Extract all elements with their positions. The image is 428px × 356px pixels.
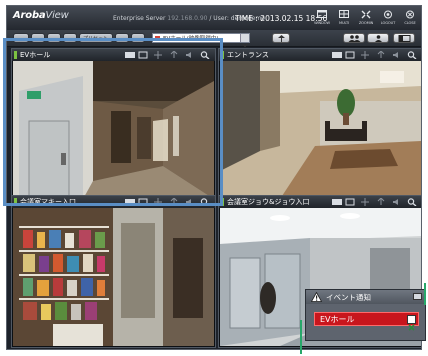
zoom-in-icon: [361, 10, 371, 19]
apply-button[interactable]: [272, 33, 290, 43]
search-icon[interactable]: [407, 51, 415, 58]
ptz-icon[interactable]: [154, 198, 162, 206]
pin-icon: [278, 35, 285, 42]
record-icon[interactable]: [138, 51, 148, 59]
snapshot-icon[interactable]: [332, 52, 342, 58]
camera-feed-meeting-room-1: [13, 208, 214, 346]
user-icon: [375, 35, 382, 42]
minimize-button[interactable]: [413, 293, 422, 300]
multi-screen-icon: [339, 10, 349, 18]
toolbar-button-6[interactable]: [131, 33, 145, 43]
camera-status-indicator: [14, 51, 17, 59]
search-icon[interactable]: [200, 198, 208, 205]
logout-button[interactable]: LOGOUT: [376, 9, 400, 28]
mic-icon[interactable]: [377, 198, 385, 205]
callout-line: [300, 320, 302, 354]
app-header: ArobaView Enterprise Server 192.168.0.90…: [7, 6, 421, 30]
panel-button[interactable]: [393, 33, 415, 43]
preset-button[interactable]: プリセット: [79, 33, 113, 43]
search-icon[interactable]: [200, 51, 208, 58]
record-icon[interactable]: [138, 198, 148, 206]
pane-controls: [125, 198, 215, 206]
pane-titlebar: 会議室ジョウ&ジョウ入口: [219, 196, 421, 208]
camera-flag-icon: [155, 36, 160, 40]
panel-icon: [398, 35, 411, 42]
logout-icon: [384, 10, 392, 19]
snapshot-icon[interactable]: [125, 199, 135, 205]
event-item[interactable]: EVホール: [314, 312, 419, 331]
mic-icon[interactable]: [170, 198, 178, 205]
record-icon[interactable]: [345, 51, 355, 59]
ptz-icon[interactable]: [154, 51, 162, 59]
zoomin-button[interactable]: ZOOMIN: [354, 9, 378, 28]
window-icon: [317, 10, 327, 18]
speaker-icon[interactable]: [186, 52, 191, 58]
users-icon: [348, 35, 361, 42]
pane-titlebar: エントランス: [219, 49, 421, 61]
pane-titlebar: EVホール: [12, 49, 215, 61]
speaker-icon[interactable]: [393, 199, 398, 205]
speaker-icon[interactable]: [393, 52, 398, 58]
toolbar-button-5[interactable]: [115, 33, 129, 43]
window-button[interactable]: WINDOW: [310, 9, 334, 28]
snapshot-icon[interactable]: [332, 199, 342, 205]
pane-controls: [125, 51, 215, 59]
app-logo: ArobaView: [13, 10, 69, 21]
user-button[interactable]: [367, 33, 389, 43]
record-icon[interactable]: [345, 198, 355, 206]
toolbar-button-1[interactable]: [13, 33, 29, 43]
camera-status-indicator: [14, 198, 17, 206]
users-button[interactable]: [343, 33, 365, 43]
chevron-down-icon: [240, 34, 249, 48]
ptz-icon[interactable]: [361, 198, 369, 206]
camera-feed-ev-hall: [13, 61, 214, 199]
close-icon: [408, 324, 415, 331]
camera-pane-ev-hall[interactable]: EVホール: [11, 48, 216, 201]
camera-status-indicator: [221, 51, 224, 59]
mic-icon[interactable]: [170, 51, 178, 58]
speaker-icon[interactable]: [186, 199, 191, 205]
ptz-icon[interactable]: [361, 51, 369, 59]
camera-pane-meeting-room-1[interactable]: 会議室マキー入口: [11, 195, 216, 348]
warning-icon: [311, 292, 322, 302]
toolbar: プリセット EVホール(映像取得中): [7, 30, 421, 48]
close-button[interactable]: CLOSE: [398, 9, 421, 28]
multi-button[interactable]: MULTI: [332, 9, 356, 28]
toolbar-button-4[interactable]: [63, 33, 77, 43]
event-notification-panel: イベント通知 EVホール: [305, 289, 426, 341]
acknowledge-button[interactable]: [407, 315, 416, 331]
camera-pane-entrance[interactable]: エントランス: [218, 48, 421, 201]
callout-line: [424, 283, 426, 305]
toolbar-button-2[interactable]: [31, 33, 45, 43]
camera-feed-entrance: [220, 61, 421, 199]
snapshot-icon[interactable]: [125, 52, 135, 58]
pane-titlebar: 会議室マキー入口: [12, 196, 215, 208]
close-icon: [406, 10, 414, 19]
camera-status-indicator: [221, 198, 224, 206]
camera-select[interactable]: EVホール(映像取得中): [152, 33, 250, 48]
toolbar-button-3[interactable]: [47, 33, 61, 43]
pane-controls: [332, 198, 421, 206]
event-panel-titlebar: イベント通知: [306, 290, 425, 304]
search-icon[interactable]: [407, 198, 415, 205]
pane-controls: [332, 51, 421, 59]
mic-icon[interactable]: [377, 51, 385, 58]
